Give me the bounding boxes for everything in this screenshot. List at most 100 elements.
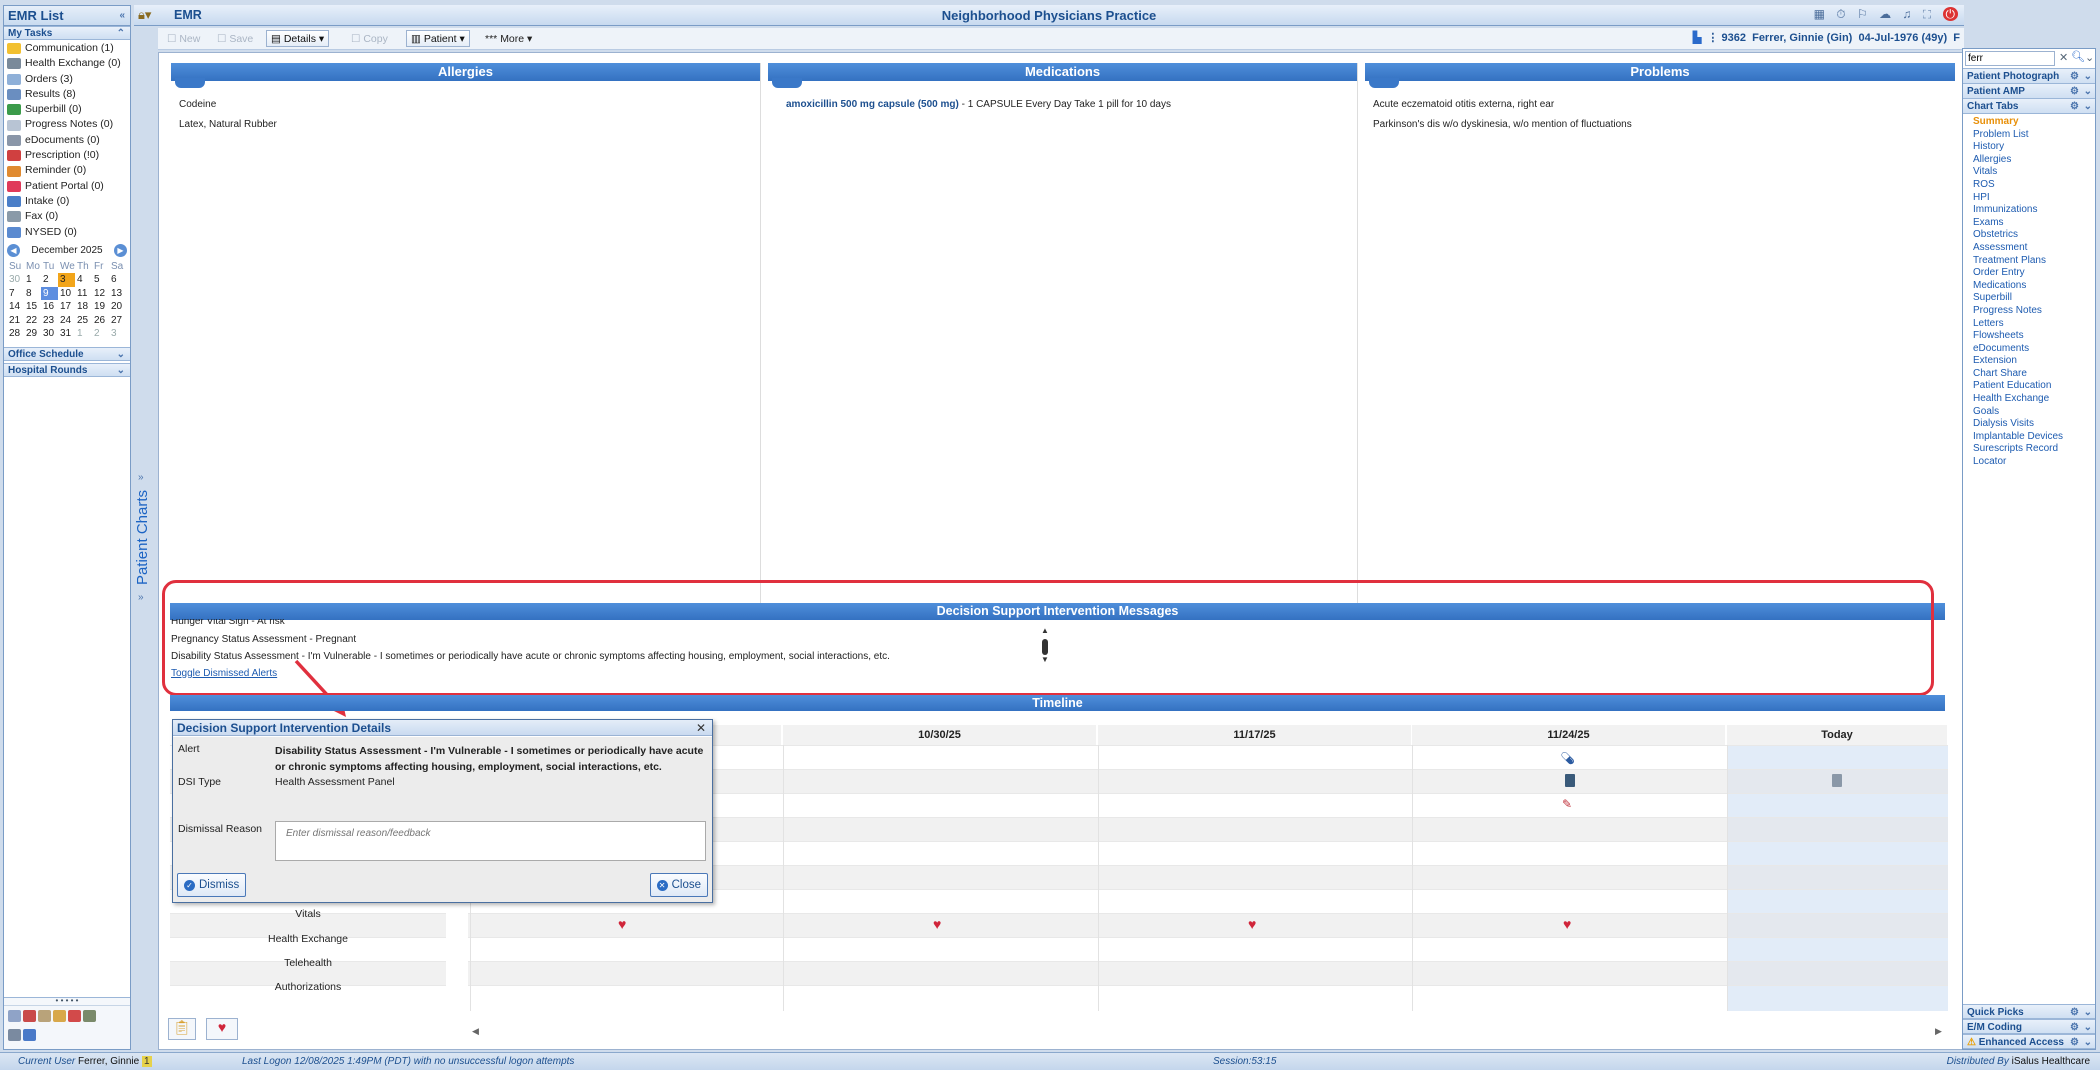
settings-icon[interactable] <box>8 1010 21 1022</box>
calendar-day[interactable]: 10 <box>58 287 75 301</box>
panel-tab-icon[interactable] <box>175 78 205 88</box>
calendar-day[interactable]: 23 <box>41 314 58 328</box>
gear-icon[interactable]: ⚙ <box>2070 1005 2079 1020</box>
calendar-day[interactable]: 2 <box>41 273 58 287</box>
chart-tab-health-exchange[interactable]: Health Exchange <box>1963 393 2095 406</box>
chevron-down-icon[interactable]: ⌄ <box>2084 1005 2092 1020</box>
calendar-icon[interactable] <box>68 1010 81 1022</box>
vitals-heart-icon[interactable]: ♥ <box>1248 916 1256 932</box>
panel-tab-icon[interactable] <box>1369 78 1399 88</box>
documents-icon[interactable] <box>38 1010 51 1022</box>
calendar-day[interactable]: 15 <box>24 300 41 314</box>
chart-tab-superbill[interactable]: Superbill <box>1963 292 2095 305</box>
chart-tab-goals[interactable]: Goals <box>1963 406 2095 419</box>
task-item[interactable]: Communication (1) <box>4 41 130 56</box>
calendar-day[interactable]: 22 <box>24 314 41 328</box>
expand-icon-2[interactable]: » <box>138 592 144 603</box>
chevron-down-icon[interactable]: ⌄ <box>2084 1035 2092 1050</box>
save-button[interactable]: ☐ Save <box>212 30 258 47</box>
chart-tab-assessment[interactable]: Assessment <box>1963 242 2095 255</box>
next-month-icon[interactable]: ▶ <box>114 244 127 258</box>
clear-icon[interactable]: ✕ <box>2059 51 2068 64</box>
dismissal-reason-input[interactable] <box>275 821 706 861</box>
chart-tab-history[interactable]: History <box>1963 141 2095 154</box>
panel-tab-icon[interactable] <box>772 78 802 88</box>
vitals-heart-icon[interactable]: ♥ <box>618 916 626 932</box>
scroll-left-icon[interactable]: ◀ <box>472 1026 479 1037</box>
task-item[interactable]: Results (8) <box>4 87 130 102</box>
chevron-down-icon[interactable]: ⌄ <box>117 364 125 378</box>
chart-tab-medications[interactable]: Medications <box>1963 280 2095 293</box>
calendar-day[interactable]: 4 <box>75 273 92 287</box>
section-quick-picks[interactable]: Quick Picks ⚙ ⌄ <box>1963 1004 2095 1019</box>
chart-tab-edocuments[interactable]: eDocuments <box>1963 343 2095 356</box>
chart-tab-letters[interactable]: Letters <box>1963 318 2095 331</box>
calendar-day[interactable]: 3 <box>58 273 75 287</box>
allergy-item[interactable]: Latex, Natural Rubber <box>171 119 760 130</box>
grid-icon[interactable] <box>8 1029 21 1041</box>
calendar-day[interactable]: 13 <box>109 287 126 301</box>
calendar-day[interactable]: 16 <box>41 300 58 314</box>
chart-tab-progress-notes[interactable]: Progress Notes <box>1963 305 2095 318</box>
allergy-item[interactable]: Codeine <box>171 99 760 110</box>
document-icon[interactable] <box>1832 774 1842 787</box>
close-icon[interactable]: ✕ <box>696 720 706 736</box>
chart-tab-obstetrics[interactable]: Obstetrics <box>1963 229 2095 242</box>
calendar-day[interactable]: 31 <box>58 327 75 341</box>
problem-item[interactable]: Parkinson's dis w/o dyskinesia, w/o ment… <box>1365 119 1955 130</box>
calendar-day[interactable]: 6 <box>109 273 126 287</box>
section-patient-photograph[interactable]: Patient Photograph ⚙ ⌄ <box>1963 69 2095 84</box>
chart-tab-hpi[interactable]: HPI <box>1963 192 2095 205</box>
medication-item[interactable]: amoxicillin 500 mg capsule (500 mg) - 1 … <box>768 99 1357 110</box>
new-button[interactable]: ☐ New <box>162 30 205 47</box>
calendar-day[interactable]: 30 <box>41 327 58 341</box>
gear-icon[interactable]: ⚙ <box>2070 69 2079 84</box>
calendar-day[interactable]: 1 <box>75 327 92 341</box>
chevron-down-icon[interactable]: ⌄ <box>2084 1020 2092 1035</box>
gear-icon[interactable]: ⚙ <box>2070 1020 2079 1035</box>
user-icon[interactable] <box>53 1010 66 1022</box>
calendar-day[interactable]: 12 <box>92 287 109 301</box>
chart-tab-chart-share[interactable]: Chart Share <box>1963 368 2095 381</box>
chart-tab-vitals[interactable]: Vitals <box>1963 166 2095 179</box>
chart-tab-extension[interactable]: Extension <box>1963 355 2095 368</box>
heart-monitor-icon[interactable]: ♥ <box>206 1018 238 1040</box>
chart-tab-patient-education[interactable]: Patient Education <box>1963 380 2095 393</box>
problems-header[interactable]: Problems <box>1365 63 1955 88</box>
section-chart-tabs[interactable]: Chart Tabs ⚙ ⌄ <box>1963 99 2095 114</box>
chevron-down-icon[interactable]: ⌄ <box>2084 99 2092 114</box>
calendar-day[interactable]: 14 <box>7 300 24 314</box>
task-item[interactable]: Patient Portal (0) <box>4 179 130 194</box>
chart-tab-locator[interactable]: Locator <box>1963 456 2095 469</box>
chevron-down-icon[interactable]: ⌄ <box>2084 69 2092 84</box>
document-icon[interactable] <box>1565 774 1575 787</box>
copy-button[interactable]: ☐ Copy <box>346 30 393 47</box>
medication-pill-icon[interactable]: 💊︎ <box>1560 751 1575 765</box>
calendar-day[interactable]: 28 <box>7 327 24 341</box>
scroll-right-icon[interactable]: ▶ <box>1935 1026 1942 1037</box>
user-badge-icon[interactable]: 1 <box>141 1056 152 1067</box>
task-item[interactable]: Health Exchange (0) <box>4 56 130 71</box>
patient-charts-tab[interactable]: » Patient Charts » <box>134 460 152 610</box>
chevron-up-icon[interactable]: ⌃ <box>117 27 125 41</box>
calendar-day[interactable]: 2 <box>92 327 109 341</box>
tools-icon[interactable] <box>23 1010 36 1022</box>
calendar-day[interactable]: 11 <box>75 287 92 301</box>
calendar-day[interactable]: 17 <box>58 300 75 314</box>
calendar-day[interactable]: 25 <box>75 314 92 328</box>
my-tasks-header[interactable]: My Tasks ⌃ <box>4 26 130 40</box>
chart-tab-surescripts-record[interactable]: Surescripts Record <box>1963 443 2095 456</box>
task-item[interactable]: Prescription (!0) <box>4 148 130 163</box>
section-enhanced-access[interactable]: ⚠ Enhanced Access ⚙ ⌄ <box>1963 1034 2095 1049</box>
chart-tab-order-entry[interactable]: Order Entry <box>1963 267 2095 280</box>
book-icon[interactable] <box>83 1010 96 1022</box>
resize-handle[interactable]: • • • • • <box>4 997 130 1006</box>
header-tool-icons[interactable]: ▦ ⏱ ⚐ ☁ ♫ ⛶ ⏻ <box>1814 7 1958 22</box>
task-item[interactable]: Progress Notes (0) <box>4 117 130 132</box>
monitor-icon[interactable] <box>23 1029 36 1041</box>
chevron-down-icon[interactable]: ⌄ <box>117 348 125 362</box>
task-item[interactable]: Superbill (0) <box>4 102 130 117</box>
injection-icon[interactable]: ✎ <box>1562 797 1572 811</box>
chart-tab-summary[interactable]: Summary <box>1963 116 2095 129</box>
task-item[interactable]: Intake (0) <box>4 194 130 209</box>
